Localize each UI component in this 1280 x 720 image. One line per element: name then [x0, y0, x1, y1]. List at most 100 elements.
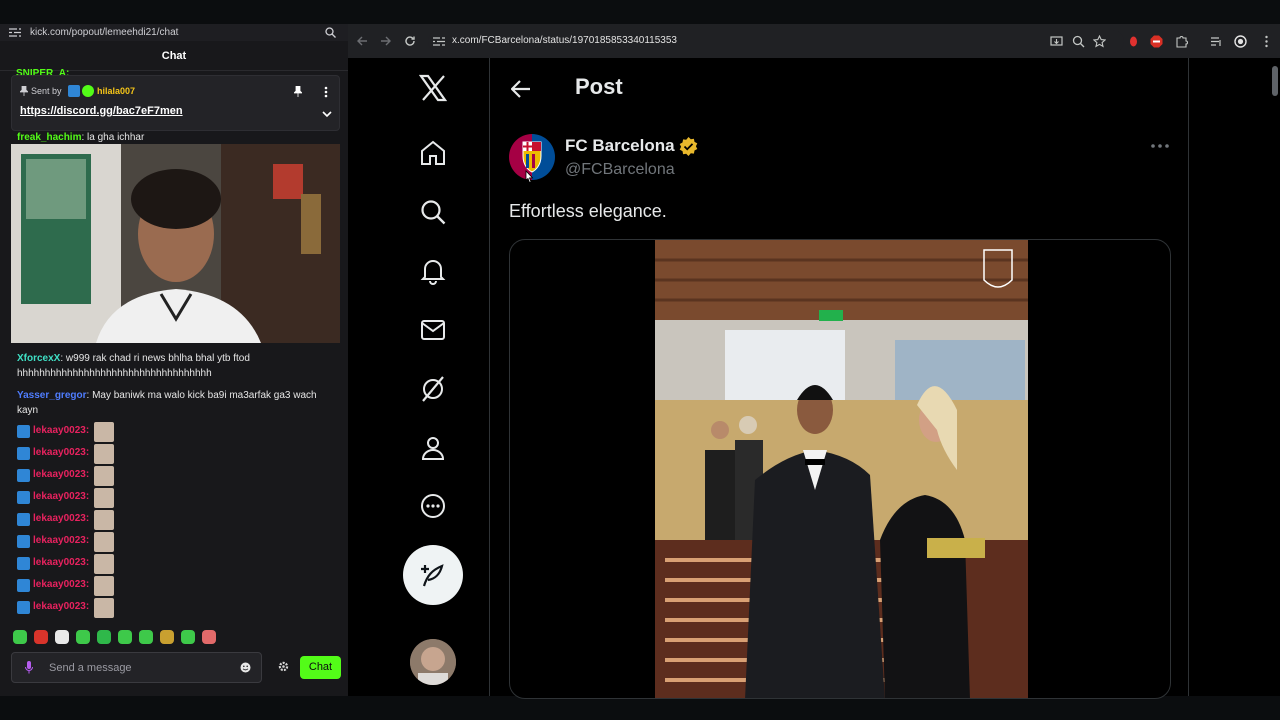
spam-message: lekaay0023: — [17, 422, 137, 442]
adblock-icon[interactable] — [1150, 35, 1163, 48]
gear-icon[interactable] — [278, 661, 289, 672]
back-arrow-icon[interactable] — [511, 80, 531, 98]
account-handle[interactable]: @FCBarcelona — [565, 161, 675, 179]
emote-icon[interactable] — [34, 630, 48, 644]
avatar-image — [410, 639, 456, 685]
emote-icon[interactable] — [97, 630, 111, 644]
badge-icon — [68, 85, 80, 97]
chat-popout-url: kick.com/popout/lemeehdi21/chat — [30, 27, 179, 38]
emote-icon[interactable] — [118, 630, 132, 644]
chat-username[interactable]: lekaay0023: — [33, 579, 89, 590]
menu-kebab-icon[interactable] — [1260, 35, 1273, 48]
mouse-cursor-icon — [525, 170, 534, 184]
emote-icon — [94, 598, 114, 618]
profile-icon[interactable] — [1234, 35, 1247, 48]
search-icon[interactable] — [419, 198, 447, 226]
verified-badge-icon — [82, 85, 94, 97]
pin-icon — [20, 86, 28, 96]
chat-username[interactable]: Yasser_gregor — [17, 390, 87, 401]
spam-message: lekaay0023: — [17, 444, 137, 464]
badge-icon — [17, 579, 30, 592]
spam-message: lekaay0023: — [17, 576, 137, 596]
chat-message-input[interactable]: Send a message — [11, 652, 262, 683]
chat-username[interactable]: lekaay0023: — [33, 601, 89, 612]
chevron-down-icon[interactable] — [322, 110, 332, 118]
notifications-bell-icon[interactable] — [419, 257, 447, 285]
verified-badge-icon[interactable] — [679, 137, 698, 156]
more-circle-icon[interactable] — [419, 492, 447, 520]
badge-icon — [17, 447, 30, 460]
badge-icon — [17, 469, 30, 482]
chat-username[interactable]: lekaay0023: — [33, 469, 89, 480]
messages-envelope-icon[interactable] — [419, 316, 447, 344]
profile-person-icon[interactable] — [419, 434, 447, 462]
pinned-message[interactable]: Sent by hilala007 https://discord.gg/bac… — [11, 75, 340, 131]
extension-red-icon[interactable] — [1127, 35, 1140, 48]
back-nav-icon[interactable] — [356, 35, 368, 47]
emote-icon — [94, 422, 114, 442]
grok-icon[interactable] — [419, 375, 447, 403]
more-options-icon[interactable] — [324, 86, 328, 98]
x-logo-icon[interactable] — [419, 74, 447, 102]
emote-icon[interactable] — [76, 630, 90, 644]
emote-icon — [94, 466, 114, 486]
spam-message: lekaay0023: — [17, 554, 137, 574]
emote-icon — [94, 444, 114, 464]
emote-icon — [94, 488, 114, 508]
media-control-icon[interactable] — [1210, 35, 1223, 48]
microphone-icon[interactable] — [25, 661, 33, 674]
chat-username[interactable]: lekaay0023: — [33, 557, 89, 568]
chat-message: Yasser_gregor: May baniwk ma walo kick b… — [17, 388, 332, 418]
chat-username[interactable]: lekaay0023: — [33, 447, 89, 458]
chat-username[interactable]: lekaay0023: — [33, 425, 89, 436]
chat-message: XforcexX: w999 rak chad ri news bhlha bh… — [17, 351, 332, 381]
chat-text: la gha ichhar — [87, 132, 145, 143]
chat-username[interactable]: lekaay0023: — [33, 513, 89, 524]
badge-icon — [17, 557, 30, 570]
account-avatar[interactable] — [410, 639, 456, 685]
display-name[interactable]: FC Barcelona — [565, 136, 675, 156]
pinned-username[interactable]: hilala007 — [97, 86, 135, 96]
emote-icon[interactable] — [202, 630, 216, 644]
post-media-video[interactable] — [509, 239, 1171, 699]
install-app-icon[interactable] — [1050, 35, 1063, 48]
compose-post-button[interactable] — [403, 545, 463, 605]
forward-nav-icon[interactable] — [380, 35, 392, 47]
zoom-icon[interactable] — [1072, 35, 1085, 48]
streamer-webcam-video — [11, 144, 340, 343]
emote-icon — [94, 554, 114, 574]
emote-icon[interactable] — [139, 630, 153, 644]
unpin-icon[interactable] — [294, 86, 302, 97]
chat-username[interactable]: lekaay0023: — [33, 491, 89, 502]
chat-username[interactable]: XforcexX — [17, 353, 60, 364]
send-chat-button[interactable]: Chat — [300, 656, 341, 679]
video-still — [655, 240, 1028, 698]
reload-icon[interactable] — [404, 35, 416, 47]
address-bar[interactable]: x.com/FCBarcelona/status/197018585334011… — [428, 30, 1124, 53]
home-icon[interactable] — [419, 139, 447, 167]
emote-icon — [94, 510, 114, 530]
spam-message: lekaay0023: — [17, 532, 137, 552]
chat-username[interactable]: lekaay0023: — [33, 535, 89, 546]
badge-icon — [17, 425, 30, 438]
extensions-puzzle-icon[interactable] — [1175, 35, 1188, 48]
emoji-icon[interactable] — [240, 662, 251, 673]
emote-icon[interactable] — [13, 630, 27, 644]
spam-message: lekaay0023: — [17, 510, 137, 530]
page-scrollbar-thumb[interactable] — [1272, 66, 1278, 96]
more-options-icon[interactable] — [1151, 144, 1169, 148]
chat-username[interactable]: freak_hachim — [17, 132, 81, 143]
quick-emote-bar — [13, 630, 223, 646]
pinned-discord-link[interactable]: https://discord.gg/bac7eF7men — [20, 105, 183, 117]
chat-popout-address-bar[interactable]: kick.com/popout/lemeehdi21/chat — [0, 24, 348, 41]
emote-icon[interactable] — [181, 630, 195, 644]
site-settings-icon[interactable] — [433, 36, 445, 47]
bookmark-star-icon[interactable] — [1093, 35, 1106, 48]
browser-window: x.com/FCBarcelona/status/197018585334011… — [348, 24, 1280, 699]
emote-icon[interactable] — [55, 630, 69, 644]
emote-icon[interactable] — [160, 630, 174, 644]
zoom-icon[interactable] — [325, 27, 336, 38]
column-divider — [489, 58, 490, 696]
spam-message: lekaay0023: — [17, 466, 137, 486]
site-settings-icon[interactable] — [9, 28, 21, 37]
